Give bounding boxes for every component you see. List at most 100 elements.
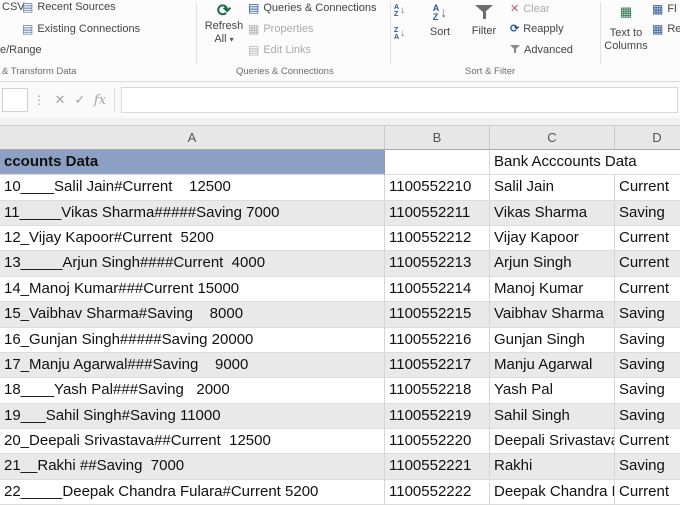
cell-account-type[interactable]: Saving [615,404,680,429]
cell-account-number[interactable]: 1100552221 [385,454,490,480]
clear-filter-button[interactable]: ✕ Clear [510,2,550,16]
enter-button[interactable]: ✓ [70,92,90,108]
cell-account-type[interactable]: Current [615,175,680,201]
text-to-columns-button[interactable]: ▦ Text to Columns [604,2,648,53]
cell-account-number[interactable]: 1100552218 [385,378,490,404]
cell-raw-record[interactable]: 11_____Vikas Sharma#####Saving 7000 [0,200,385,227]
cell-account-type[interactable]: Current [615,429,680,455]
cell-customer-name[interactable]: Manju Agarwal [490,352,615,379]
sort-az-button[interactable]: AZ ↓ [394,4,405,18]
cell-account-number[interactable]: 1100552212 [385,226,490,252]
cell-account-number[interactable]: 1100552215 [385,302,490,328]
insert-function-button[interactable]: fx [90,93,110,108]
cell-raw-record[interactable]: 15_Vaibhav Sharma#Saving 8000 [0,302,385,328]
remove-duplicates-button[interactable]: ▦ Re [652,23,680,35]
cell-raw-record[interactable]: 22_____Deepak Chandra Fulara#Current 520… [0,479,385,505]
formula-input[interactable] [121,87,678,113]
refresh-all-button[interactable]: ⟳ Refresh All ▾ [200,2,248,46]
cell-raw-record[interactable]: 17_Manju Agarwal###Saving 9000 [0,352,385,379]
cell-account-number[interactable]: 1100552216 [385,327,490,353]
from-table-range-button[interactable]: e/Range [0,44,42,56]
sort-za-icon: ZA [394,27,400,41]
column-header-d[interactable]: D [615,126,680,150]
cell-customer-name[interactable]: Arjun Singh [490,251,615,277]
cell-raw-record[interactable]: 20_Deepali Srivastava##Current 12500 [0,428,385,455]
table-row: 14_Manoj Kumar###Current 15000 110055221… [0,276,680,303]
recent-sources-button[interactable]: ▤ Recent Sources [22,1,116,13]
reapply-button[interactable]: ⟳ Reapply [510,23,564,35]
cell-account-type[interactable]: Current [615,251,680,277]
cell-account-number[interactable]: 1100552222 [385,479,490,505]
cell-account-number[interactable]: 1100552219 [385,403,490,429]
cell-account-number[interactable]: 1100552217 [385,352,490,379]
properties-icon: ▦ [248,22,260,36]
edit-links-icon: ▤ [248,43,260,57]
cell-raw-record[interactable]: 14_Manoj Kumar###Current 15000 [0,276,385,303]
cell-account-type[interactable]: Saving [615,454,680,480]
cell-raw-record[interactable]: 10____Salil Jain#Current 12500 [0,175,385,201]
recent-sources-icon: ▤ [22,0,34,14]
column-header-a[interactable]: A [0,126,385,150]
cell-customer-name[interactable]: Gunjan Singh [490,327,615,353]
cell-account-type[interactable]: Saving [615,201,680,227]
cell-account-type[interactable]: Current [615,277,680,303]
cell-raw-record[interactable]: 18____Yash Pal###Saving 2000 [0,378,385,404]
sort-button[interactable]: AZ ↓ Sort [420,2,460,39]
cell-account-number[interactable]: 1100552211 [385,200,490,227]
cell-raw-record[interactable]: 16_Gunjan Singh#####Saving 20000 [0,327,385,353]
queries-connections-label: Queries & Connections [263,2,377,14]
cell-customer-name[interactable]: Deepali Srivastava [490,428,615,455]
filter-button[interactable]: Filter [462,2,506,38]
sort-icon: AZ ↓ [432,3,448,22]
edit-links-label: Edit Links [263,44,312,56]
cell-account-number[interactable]: 1100552220 [385,428,490,455]
column-header-c[interactable]: C [490,126,615,150]
flash-fill-icon: ▦ [652,2,664,16]
properties-button[interactable]: ▦ Properties [248,23,313,35]
cell-raw-record[interactable]: 19___Sahil Singh#Saving 11000 [0,403,385,429]
properties-label: Properties [263,23,314,35]
advanced-filter-button[interactable]: Advanced [510,44,573,56]
cell-account-number[interactable]: 1100552210 [385,175,490,201]
cell-account-number[interactable]: 1100552213 [385,251,490,277]
cell-customer-name[interactable]: Vikas Sharma [490,200,615,227]
name-box[interactable] [2,88,28,112]
cancel-button[interactable]: ✕ [50,92,70,108]
cell-account-type[interactable]: Current [615,480,680,505]
cell-customer-name[interactable]: Yash Pal [490,378,615,404]
sort-za-button[interactable]: ZA ↓ [394,27,405,41]
cell-raw-record[interactable]: 13_____Arjun Singh####Current 4000 [0,251,385,277]
flash-fill-button[interactable]: ▦ Fl [652,3,677,15]
cell-empty[interactable] [385,150,490,176]
cell-raw-record[interactable]: 21__Rakhi ##Saving 7000 [0,454,385,480]
cell-customer-name[interactable]: Salil Jain [490,175,615,201]
formula-bar-divider [114,88,115,112]
existing-connections-icon: ▤ [22,22,34,36]
cell-raw-record[interactable]: 12_Vijay Kapoor#Current 5200 [0,226,385,252]
ribbon: CSV ▤ Recent Sources ▤ Existing Connecti… [0,0,680,82]
cell-account-type[interactable]: Saving [615,302,680,328]
cell-customer-name[interactable]: Rakhi [490,454,615,480]
refresh-all-label-1: Refresh [204,20,244,32]
cell-accounts-data-title[interactable]: ccounts Data [0,150,385,176]
text-to-columns-icon: ▦ [619,4,633,19]
cell-customer-name[interactable]: Vaibhav Sharma [490,302,615,328]
cell-account-type[interactable]: Saving [615,378,680,404]
column-header-b[interactable]: B [385,126,490,150]
cell-account-type[interactable]: Saving [615,353,680,379]
cell-account-number[interactable]: 1100552214 [385,276,490,303]
formula-bar-handle-icon[interactable]: ⋮ [28,93,50,107]
cell-account-type[interactable]: Current [615,226,680,252]
from-table-range-label: e/Range [0,44,42,56]
existing-connections-button[interactable]: ▤ Existing Connections [22,23,140,35]
queries-connections-button[interactable]: ▤ Queries & Connections [248,2,376,14]
table-row: 15_Vaibhav Sharma#Saving 8000 1100552215… [0,302,680,328]
cell-account-type[interactable]: Saving [615,328,680,353]
cell-customer-name[interactable]: Vijay Kapoor [490,226,615,252]
cell-customer-name[interactable]: Sahil Singh [490,403,615,429]
cell-customer-name[interactable]: Manoj Kumar [490,276,615,303]
cell-bank-accounts-data-title[interactable]: Bank Acccounts Data [490,150,637,176]
edit-links-button[interactable]: ▤ Edit Links [248,44,311,56]
cell-customer-name[interactable]: Deepak Chandra Fulara [490,479,615,505]
table-row: 18____Yash Pal###Saving 2000 1100552218 … [0,378,680,404]
